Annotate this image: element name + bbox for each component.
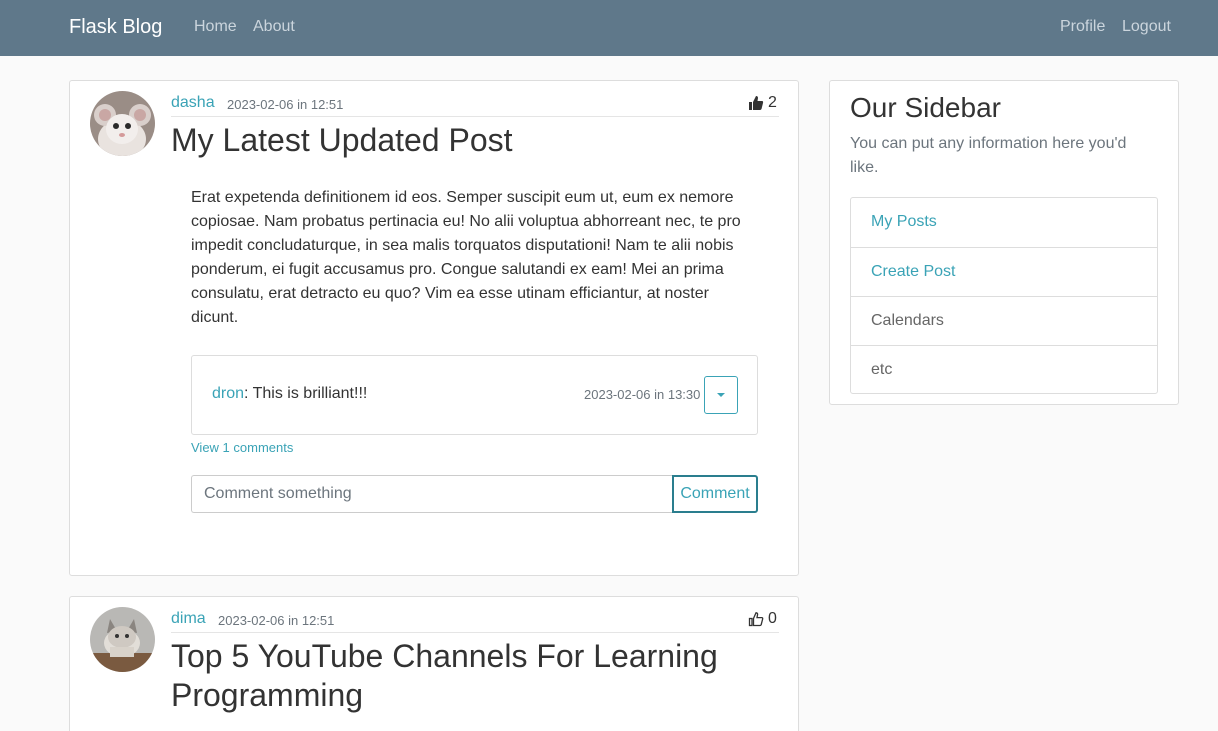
comment-text: : This is brilliant!!! bbox=[244, 385, 368, 402]
sidebar-item-etc: etc bbox=[851, 345, 1157, 394]
navbar: Flask Blog Home About Profile Logout bbox=[0, 0, 1218, 56]
author-avatar[interactable] bbox=[90, 607, 155, 672]
sidebar-title: Our Sidebar bbox=[850, 92, 1001, 123]
comment-input[interactable] bbox=[191, 475, 673, 513]
post-author-link[interactable]: dima bbox=[171, 610, 206, 628]
nav-profile-link[interactable]: Profile bbox=[1060, 18, 1105, 36]
nav-home-link[interactable]: Home bbox=[194, 18, 237, 36]
post-title: My Latest Updated Post bbox=[171, 122, 513, 158]
thumbs-up-outline-icon bbox=[748, 612, 764, 627]
like-button[interactable]: 2 bbox=[748, 94, 777, 112]
post-body: Erat expetenda definitionem id eos. Semp… bbox=[191, 189, 741, 326]
meta-divider bbox=[171, 116, 779, 117]
meta-divider bbox=[171, 632, 779, 633]
comment-submit-button[interactable]: Comment bbox=[672, 475, 758, 513]
comment-author-link[interactable]: dron bbox=[212, 385, 244, 402]
nav-logout-link[interactable]: Logout bbox=[1122, 18, 1171, 36]
sidebar-item-create-post[interactable]: Create Post bbox=[851, 247, 1157, 296]
post-date: 2023-02-06 in 12:51 bbox=[227, 97, 344, 112]
nav-about-link[interactable]: About bbox=[253, 18, 295, 36]
post-date: 2023-02-06 in 12:51 bbox=[218, 613, 335, 628]
comment-content: dron: This is brilliant!!! bbox=[212, 385, 367, 403]
post-title: Top 5 YouTube Channels For Learning Prog… bbox=[171, 638, 718, 713]
brand-link[interactable]: Flask Blog bbox=[69, 16, 162, 39]
like-count: 0 bbox=[768, 610, 777, 627]
like-count: 2 bbox=[768, 94, 777, 111]
post-card: dima 2023-02-06 in 12:51 0 Top 5 YouTube… bbox=[69, 596, 799, 731]
caret-down-icon bbox=[717, 393, 725, 397]
sidebar-item-calendars: Calendars bbox=[851, 296, 1157, 345]
view-comments-link[interactable]: View 1 comments bbox=[191, 440, 293, 455]
sidebar-list: My Posts Create Post Calendars etc bbox=[850, 197, 1158, 394]
author-avatar[interactable] bbox=[90, 91, 155, 156]
comment-options-dropdown[interactable] bbox=[704, 376, 738, 414]
sidebar-item-my-posts[interactable]: My Posts bbox=[851, 198, 1157, 247]
sidebar: Our Sidebar You can put any information … bbox=[829, 80, 1179, 405]
comment-date: 2023-02-06 in 13:30 bbox=[584, 387, 701, 402]
sidebar-description: You can put any information here you'd l… bbox=[850, 135, 1127, 176]
like-button[interactable]: 0 bbox=[748, 610, 777, 628]
post-card: dasha 2023-02-06 in 12:51 2 My Latest Up… bbox=[69, 80, 799, 576]
post-author-link[interactable]: dasha bbox=[171, 94, 215, 112]
comment-item: dron: This is brilliant!!! 2023-02-06 in… bbox=[191, 355, 758, 435]
thumbs-up-filled-icon bbox=[749, 96, 764, 110]
